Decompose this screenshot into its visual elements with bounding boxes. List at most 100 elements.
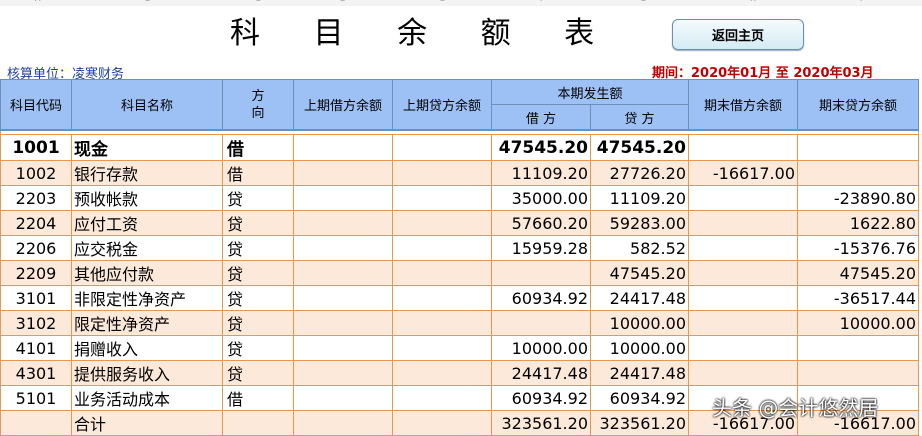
cell-prev-debit[interactable] <box>293 335 393 361</box>
cell-prev-credit[interactable] <box>392 185 492 211</box>
cell-debit[interactable]: 10000.00 <box>491 335 591 361</box>
cell-dir[interactable]: 贷 <box>222 360 294 386</box>
total-code-cell[interactable] <box>0 410 72 436</box>
cell-name[interactable]: 捐赠收入 <box>71 335 223 361</box>
cell-prev-credit[interactable] <box>392 360 492 386</box>
cell-prev-debit[interactable] <box>293 385 393 411</box>
cell-prev-debit[interactable] <box>293 160 393 186</box>
cell-prev-credit[interactable] <box>392 285 492 311</box>
cell-code[interactable]: 4301 <box>0 360 72 386</box>
cell-code[interactable]: 1001 <box>0 134 72 161</box>
cell-dir[interactable]: 贷 <box>222 185 294 211</box>
cell-credit[interactable]: 10000.00 <box>590 310 689 336</box>
cell-end-debit[interactable] <box>688 360 798 386</box>
cell-debit[interactable]: 24417.48 <box>491 360 591 386</box>
cell-credit[interactable]: 47545.20 <box>590 134 689 161</box>
cell-end-debit[interactable] <box>688 185 798 211</box>
cell-dir[interactable]: 借 <box>222 385 294 411</box>
cell-end-credit[interactable] <box>797 160 919 186</box>
cell-prev-credit[interactable] <box>392 260 492 286</box>
cell-end-debit[interactable] <box>688 260 798 286</box>
cell-end-credit[interactable]: -23890.80 <box>797 185 919 211</box>
return-home-button[interactable]: 返回主页 <box>672 19 804 50</box>
cell-name[interactable]: 现金 <box>71 134 223 161</box>
cell-name[interactable]: 业务活动成本 <box>71 385 223 411</box>
cell-dir[interactable]: 借 <box>222 134 294 161</box>
cell-end-credit[interactable] <box>797 335 919 361</box>
cell-prev-debit[interactable] <box>293 235 393 261</box>
cell-debit[interactable] <box>491 310 591 336</box>
cell-code[interactable]: 2206 <box>0 235 72 261</box>
cell-end-debit[interactable] <box>688 335 798 361</box>
cell-end-debit[interactable] <box>688 210 798 236</box>
cell-prev-debit[interactable] <box>293 210 393 236</box>
cell-code[interactable]: 2203 <box>0 185 72 211</box>
cell-code[interactable]: 4101 <box>0 335 72 361</box>
cell-name[interactable]: 预收帐款 <box>71 185 223 211</box>
cell-dir[interactable]: 贷 <box>222 285 294 311</box>
cell-credit[interactable]: 24417.48 <box>590 285 689 311</box>
cell-name[interactable]: 其他应付款 <box>71 260 223 286</box>
cell-end-debit[interactable] <box>688 235 798 261</box>
cell-end-credit[interactable]: 47545.20 <box>797 260 919 286</box>
cell-credit[interactable]: 47545.20 <box>590 260 689 286</box>
cell-debit[interactable]: 60934.92 <box>491 385 591 411</box>
cell-dir[interactable]: 贷 <box>222 235 294 261</box>
cell-dir[interactable]: 贷 <box>222 210 294 236</box>
cell-end-credit[interactable]: -15376.76 <box>797 235 919 261</box>
cell-credit[interactable]: 27726.20 <box>590 160 689 186</box>
total-prev-debit-cell[interactable] <box>293 410 393 436</box>
cell-prev-credit[interactable] <box>392 235 492 261</box>
cell-credit[interactable]: 60934.92 <box>590 385 689 411</box>
cell-prev-credit[interactable] <box>392 160 492 186</box>
cell-dir[interactable]: 贷 <box>222 335 294 361</box>
cell-end-credit[interactable]: 1622.80 <box>797 210 919 236</box>
cell-code[interactable]: 2204 <box>0 210 72 236</box>
cell-prev-credit[interactable] <box>392 335 492 361</box>
cell-dir[interactable]: 借 <box>222 160 294 186</box>
total-debit[interactable]: 323561.20 <box>491 410 591 436</box>
cell-end-credit[interactable] <box>797 360 919 386</box>
cell-prev-debit[interactable] <box>293 360 393 386</box>
cell-code[interactable]: 2209 <box>0 260 72 286</box>
cell-debit[interactable] <box>491 260 591 286</box>
cell-name[interactable]: 非限定性净资产 <box>71 285 223 311</box>
cell-dir[interactable]: 贷 <box>222 310 294 336</box>
cell-prev-debit[interactable] <box>293 260 393 286</box>
cell-credit[interactable]: 11109.20 <box>590 185 689 211</box>
cell-code[interactable]: 5101 <box>0 385 72 411</box>
cell-code[interactable]: 3102 <box>0 310 72 336</box>
cell-prev-credit[interactable] <box>392 210 492 236</box>
cell-prev-credit[interactable] <box>392 134 492 161</box>
cell-prev-debit[interactable] <box>293 285 393 311</box>
cell-prev-debit[interactable] <box>293 310 393 336</box>
cell-name[interactable]: 应交税金 <box>71 235 223 261</box>
cell-debit[interactable]: 60934.92 <box>491 285 591 311</box>
cell-debit[interactable]: 15959.28 <box>491 235 591 261</box>
cell-credit[interactable]: 24417.48 <box>590 360 689 386</box>
cell-name[interactable]: 提供服务收入 <box>71 360 223 386</box>
total-credit[interactable]: 323561.20 <box>590 410 689 436</box>
cell-end-debit[interactable] <box>688 285 798 311</box>
total-prev-credit-cell[interactable] <box>392 410 492 436</box>
cell-code[interactable]: 1002 <box>0 160 72 186</box>
cell-end-credit[interactable]: -36517.44 <box>797 285 919 311</box>
cell-end-credit[interactable] <box>797 134 919 161</box>
cell-code[interactable]: 3101 <box>0 285 72 311</box>
cell-prev-debit[interactable] <box>293 134 393 161</box>
cell-debit[interactable]: 47545.20 <box>491 134 591 161</box>
cell-debit[interactable]: 11109.20 <box>491 160 591 186</box>
cell-credit[interactable]: 59283.00 <box>590 210 689 236</box>
cell-prev-credit[interactable] <box>392 385 492 411</box>
cell-name[interactable]: 银行存款 <box>71 160 223 186</box>
cell-name[interactable]: 应付工资 <box>71 210 223 236</box>
cell-end-debit[interactable] <box>688 310 798 336</box>
cell-end-debit[interactable]: -16617.00 <box>688 160 798 186</box>
cell-debit[interactable]: 57660.20 <box>491 210 591 236</box>
total-label[interactable]: 合计 <box>71 410 223 436</box>
cell-credit[interactable]: 582.52 <box>590 235 689 261</box>
cell-end-credit[interactable]: 10000.00 <box>797 310 919 336</box>
cell-end-debit[interactable] <box>688 134 798 161</box>
cell-debit[interactable]: 35000.00 <box>491 185 591 211</box>
cell-prev-credit[interactable] <box>392 310 492 336</box>
